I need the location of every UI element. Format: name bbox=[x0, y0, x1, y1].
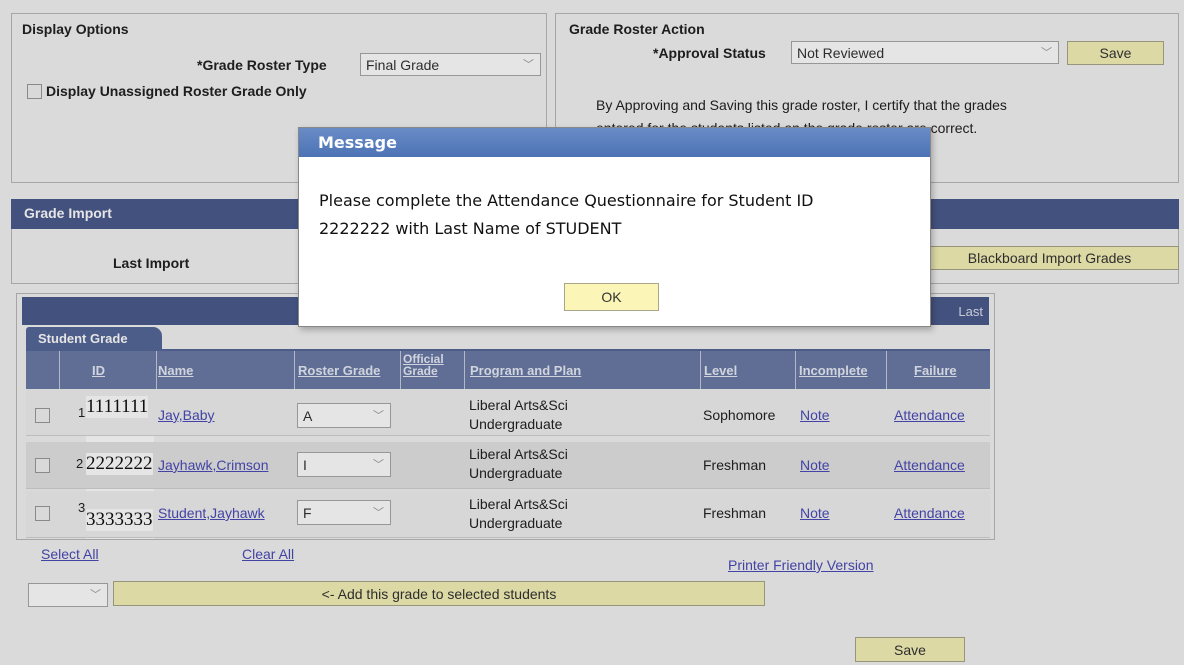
message-dialog: Message Please complete the Attendance Q… bbox=[298, 127, 931, 327]
message-line2: 2222222 with Last Name of STUDENT bbox=[319, 219, 622, 238]
modal-backdrop bbox=[0, 0, 1184, 665]
message-dialog-title: Message bbox=[299, 128, 930, 157]
ok-button[interactable]: OK bbox=[564, 283, 659, 311]
message-line1: Please complete the Attendance Questionn… bbox=[319, 191, 814, 210]
